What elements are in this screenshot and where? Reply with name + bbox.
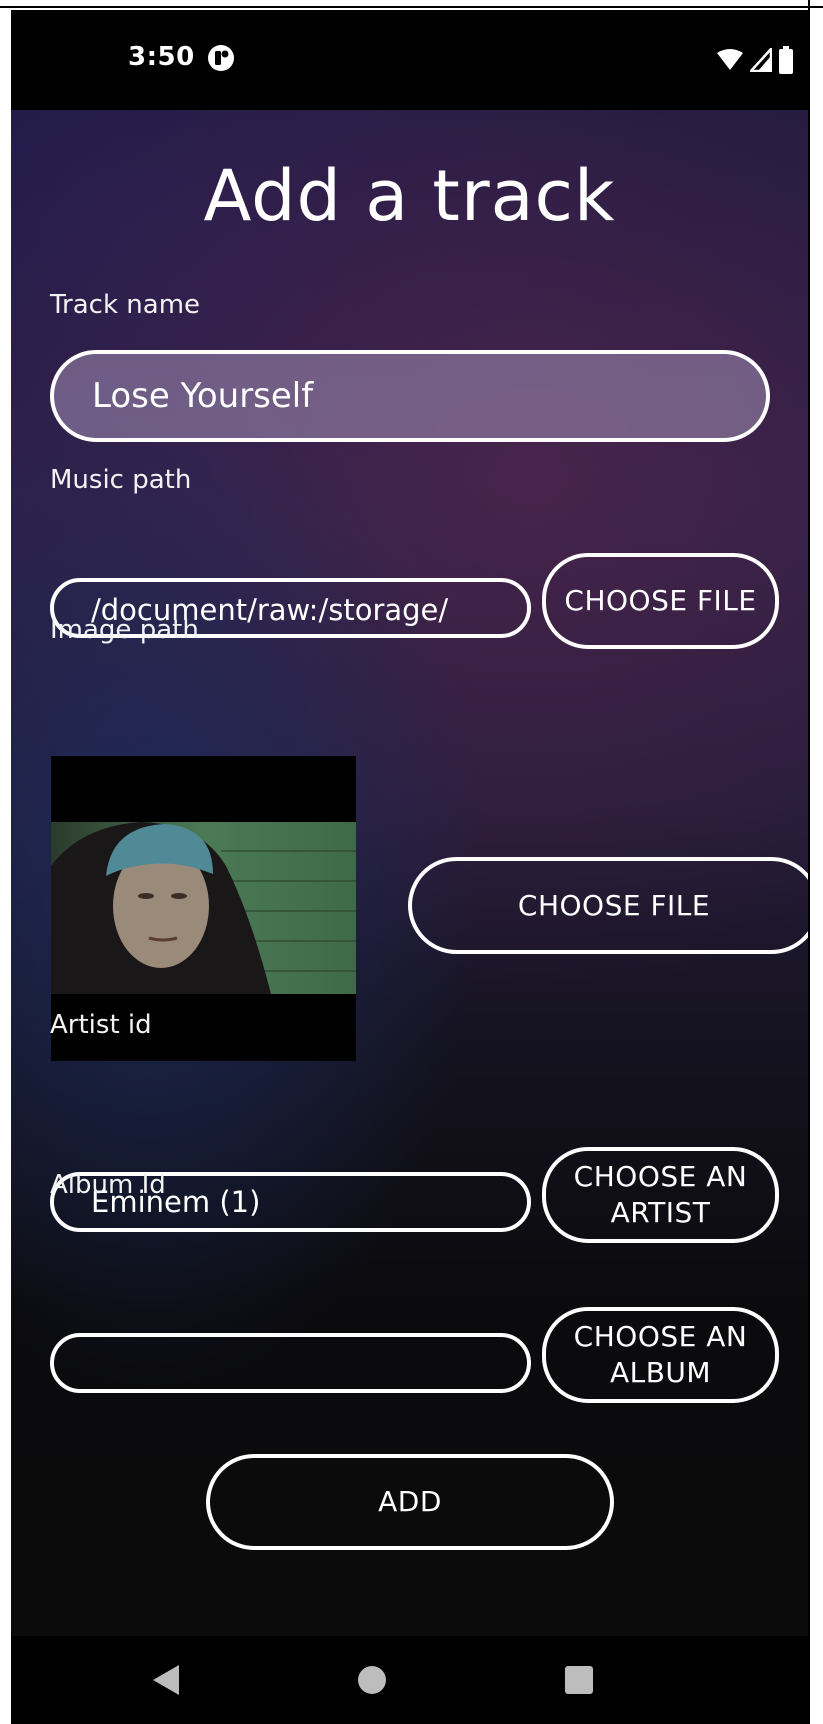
artist-id-label: Artist id [50, 1010, 152, 1040]
album-id-input[interactable] [50, 1333, 531, 1393]
add-button-label: ADD [378, 1485, 442, 1518]
status-bar: 3:50 [11, 10, 808, 110]
add-button[interactable]: ADD [206, 1454, 614, 1550]
phone-screen: 3:50 Add a track Track name Lose Yoursel [11, 10, 808, 1724]
image-path-label: Image path [50, 615, 199, 645]
choose-artist-line2: ARTIST [610, 1196, 711, 1229]
choose-artist-button[interactable]: CHOOSE AN ARTIST [542, 1147, 779, 1243]
choose-artist-label: CHOOSE AN ARTIST [574, 1159, 748, 1231]
status-time: 3:50 [128, 42, 195, 72]
back-icon[interactable] [146, 1660, 186, 1700]
signal-icon [748, 45, 773, 76]
track-name-label: Track name [50, 290, 201, 320]
album-id-label: Album Id [50, 1170, 166, 1200]
choose-image-file-button[interactable]: CHOOSE FILE [408, 857, 808, 954]
choose-album-label: CHOOSE AN ALBUM [574, 1319, 748, 1391]
recents-icon[interactable] [559, 1660, 599, 1700]
wifi-icon [716, 48, 744, 76]
battery-icon [778, 46, 794, 78]
choose-music-file-label: CHOOSE FILE [564, 584, 757, 617]
choose-album-button[interactable]: CHOOSE AN ALBUM [542, 1307, 779, 1403]
track-name-value: Lose Yourself [92, 376, 314, 416]
choose-artist-line1: CHOOSE AN [573, 1160, 748, 1193]
choose-music-file-button[interactable]: CHOOSE FILE [542, 553, 779, 649]
page-title: Add a track [203, 155, 616, 237]
home-icon[interactable] [352, 1660, 392, 1700]
status-icons [716, 45, 794, 78]
music-path-label: Music path [50, 465, 192, 495]
right-edge [808, 0, 810, 1724]
top-edge [0, 0, 823, 8]
track-name-input[interactable]: Lose Yourself [50, 350, 770, 442]
navigation-bar [11, 1636, 808, 1724]
app-notification-icon [206, 43, 236, 73]
choose-image-file-label: CHOOSE FILE [517, 888, 711, 922]
add-track-screen: Add a track Track name Lose Yourself Mus… [11, 110, 808, 1636]
choose-album-line2: ALBUM [609, 1356, 712, 1389]
choose-album-line1: CHOOSE AN [573, 1320, 748, 1353]
